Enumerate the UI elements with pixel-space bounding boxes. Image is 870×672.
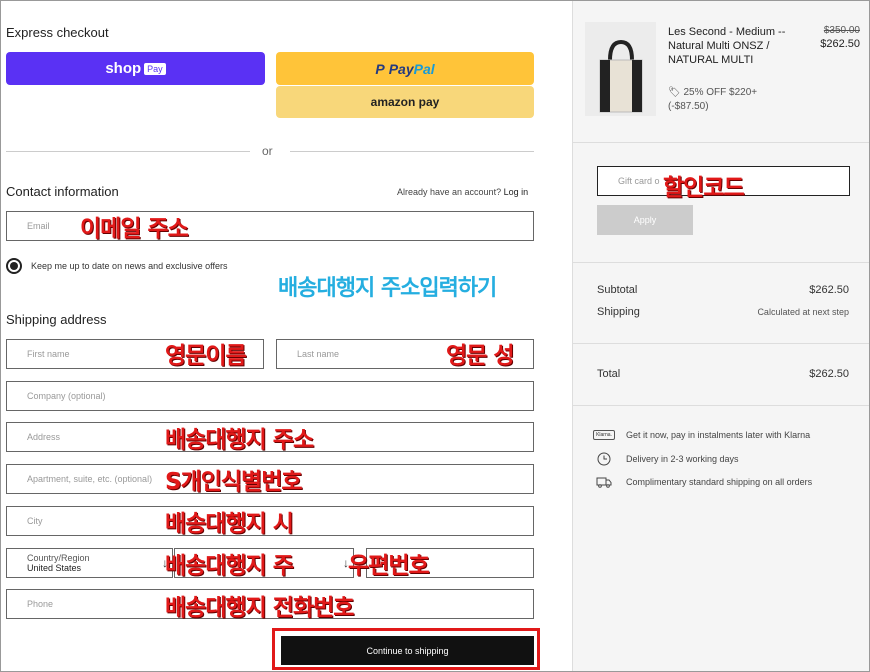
window-border: [0, 0, 870, 672]
